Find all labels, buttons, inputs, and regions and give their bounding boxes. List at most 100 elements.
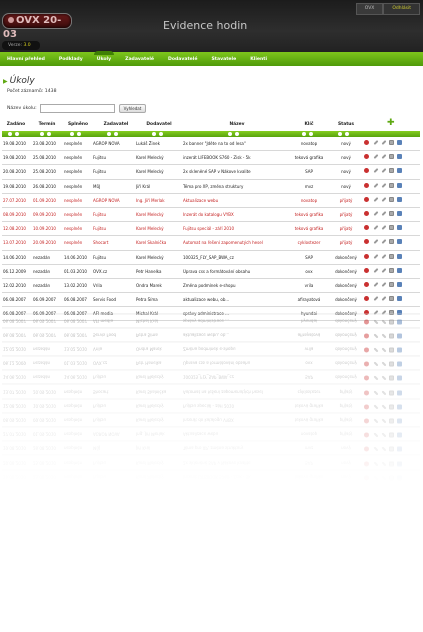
table-row[interactable]: 19.08.2010 26.08.2010 nesplněn MůJ Jiří Král… <box>2 180 420 194</box>
cell-nazev[interactable]: 2x banner "Jděte na to od lesa" <box>183 141 289 146</box>
view-icon[interactable] <box>397 390 402 396</box>
copy-icon[interactable] <box>388 347 394 353</box>
add-task-icon[interactable]: ✚ <box>387 119 395 128</box>
delete-icon[interactable] <box>364 418 369 424</box>
view-icon[interactable] <box>397 281 402 287</box>
view-icon[interactable] <box>397 361 402 367</box>
view-icon[interactable] <box>397 404 402 410</box>
delete-icon[interactable] <box>364 446 369 452</box>
delete-icon[interactable] <box>364 347 369 353</box>
sort-desc-icon[interactable] <box>235 132 239 136</box>
copy-icon[interactable] <box>388 210 394 216</box>
view-icon[interactable] <box>397 347 402 353</box>
sort-desc-icon[interactable] <box>159 132 163 136</box>
attach-icon[interactable] <box>381 225 386 231</box>
copy-icon[interactable] <box>388 319 394 325</box>
nav-item-ukoly[interactable]: Úkoly <box>93 50 115 62</box>
nav-item-overview[interactable]: Hlavní přehled <box>7 57 45 62</box>
view-icon[interactable] <box>397 296 402 302</box>
edit-icon[interactable] <box>373 296 378 302</box>
reflection-table-row[interactable]: 13.07.2010 20.09.2010 nesplněn Shocart Karel… <box>2 383 420 399</box>
copy-icon[interactable] <box>388 418 394 424</box>
copy-icon[interactable] <box>388 225 394 231</box>
attach-icon[interactable] <box>381 281 386 287</box>
search-button[interactable]: Vyhledat <box>118 104 147 113</box>
copy-icon[interactable] <box>388 404 394 410</box>
attach-icon[interactable] <box>381 267 386 273</box>
view-icon[interactable] <box>397 418 402 424</box>
attach-icon[interactable] <box>381 333 386 339</box>
view-icon[interactable] <box>397 168 402 174</box>
attach-icon[interactable] <box>381 446 386 452</box>
view-icon[interactable] <box>397 446 402 452</box>
cell-nazev[interactable]: Téma pro XP, změna struktury <box>183 184 289 189</box>
view-icon[interactable] <box>397 333 402 339</box>
table-row[interactable]: 14.06.2010 nezadán 14.06.2010 Fujitsu Karel … <box>2 251 420 265</box>
reflection-table-row[interactable]: 14.06.2010 nezadán 14.06.2010 Fujitsu Karel … <box>2 369 420 384</box>
copy-icon[interactable] <box>388 390 394 396</box>
delete-icon[interactable] <box>364 210 369 216</box>
col-header-nazev[interactable]: Název <box>184 122 290 127</box>
attach-icon[interactable] <box>381 239 386 245</box>
view-icon[interactable] <box>397 319 402 325</box>
cell-nazev[interactable]: 100325_FLY_SAP_BWA_cz <box>183 255 289 260</box>
copy-icon[interactable] <box>388 296 394 302</box>
edit-icon[interactable] <box>373 154 378 160</box>
attach-icon[interactable] <box>381 418 386 424</box>
delete-icon[interactable] <box>364 225 369 231</box>
delete-icon[interactable] <box>364 333 369 339</box>
sort-asc-icon[interactable] <box>40 132 44 136</box>
sort-asc-icon[interactable] <box>70 132 74 136</box>
view-icon[interactable] <box>397 461 402 467</box>
table-row[interactable]: 19.08.2010 23.08.2010 nesplněn AGROP NOVA Lu… <box>2 137 420 152</box>
cell-nazev[interactable]: 2x skleněné SAP v Nákove kvalite <box>183 460 289 465</box>
table-row[interactable]: 20.08.2010 25.08.2010 nesplněn Fujitsu Karel… <box>2 165 420 180</box>
nav-item-dodavatele[interactable]: Dodavatelé <box>168 57 197 62</box>
edit-icon[interactable] <box>373 361 378 367</box>
copy-icon[interactable] <box>388 168 394 174</box>
view-icon[interactable] <box>397 253 402 259</box>
edit-icon[interactable] <box>373 281 378 287</box>
cell-nazev[interactable]: Aktualizace webu <box>183 198 289 203</box>
delete-icon[interactable] <box>364 182 369 188</box>
copy-icon[interactable] <box>388 446 394 452</box>
cell-nazev[interactable]: aktualizace webu, ob... <box>183 297 289 302</box>
edit-icon[interactable] <box>373 475 378 481</box>
edit-icon[interactable] <box>373 182 378 188</box>
delete-icon[interactable] <box>364 461 369 467</box>
sort-desc-icon[interactable] <box>77 132 81 136</box>
delete-icon[interactable] <box>364 196 369 202</box>
attach-icon[interactable] <box>381 182 386 188</box>
sort-asc-icon[interactable] <box>8 132 12 136</box>
edit-icon[interactable] <box>373 418 378 424</box>
cell-nazev[interactable]: Automat na řešení zapomenutých hesel <box>183 389 289 394</box>
cell-nazev[interactable]: Téma pro XP, změna struktury <box>183 446 289 451</box>
delete-icon[interactable] <box>364 140 369 145</box>
copy-icon[interactable] <box>388 281 394 287</box>
reflection-table-row[interactable]: 27.07.2010 01.09.2010 nesplněn AGROP NOVA In… <box>2 426 420 441</box>
attach-icon[interactable] <box>381 140 386 145</box>
sort-asc-icon[interactable] <box>228 132 232 136</box>
copy-icon[interactable] <box>388 375 394 381</box>
attach-icon[interactable] <box>381 361 386 367</box>
attach-icon[interactable] <box>381 461 386 467</box>
cell-nazev[interactable]: 2x skleněné SAP v Nákove kvalite <box>183 169 289 174</box>
copy-icon[interactable] <box>388 432 394 438</box>
reflection-table-row[interactable]: 19.08.2010 25.08.2010 nesplněn Fujitsu Karel… <box>2 469 420 483</box>
view-icon[interactable] <box>397 475 402 481</box>
copy-icon[interactable] <box>388 361 394 367</box>
view-icon[interactable] <box>397 225 402 231</box>
reflection-table-row[interactable]: 06.08.2007 06.09.2007 06.08.2007 Servis Foo… <box>2 327 420 342</box>
sort-desc-icon[interactable] <box>309 132 313 136</box>
attach-icon[interactable] <box>381 347 386 353</box>
cell-nazev[interactable]: Úprava css a formátování obsahu <box>183 269 289 274</box>
cell-nazev[interactable]: Aktualizace webu <box>183 432 289 437</box>
sort-desc-icon[interactable] <box>114 132 118 136</box>
copy-icon[interactable] <box>388 196 394 202</box>
edit-icon[interactable] <box>373 375 378 381</box>
copy-icon[interactable] <box>388 253 394 259</box>
edit-icon[interactable] <box>373 196 378 202</box>
view-icon[interactable] <box>397 154 402 160</box>
delete-icon[interactable] <box>364 253 369 259</box>
sort-asc-icon[interactable] <box>107 132 111 136</box>
